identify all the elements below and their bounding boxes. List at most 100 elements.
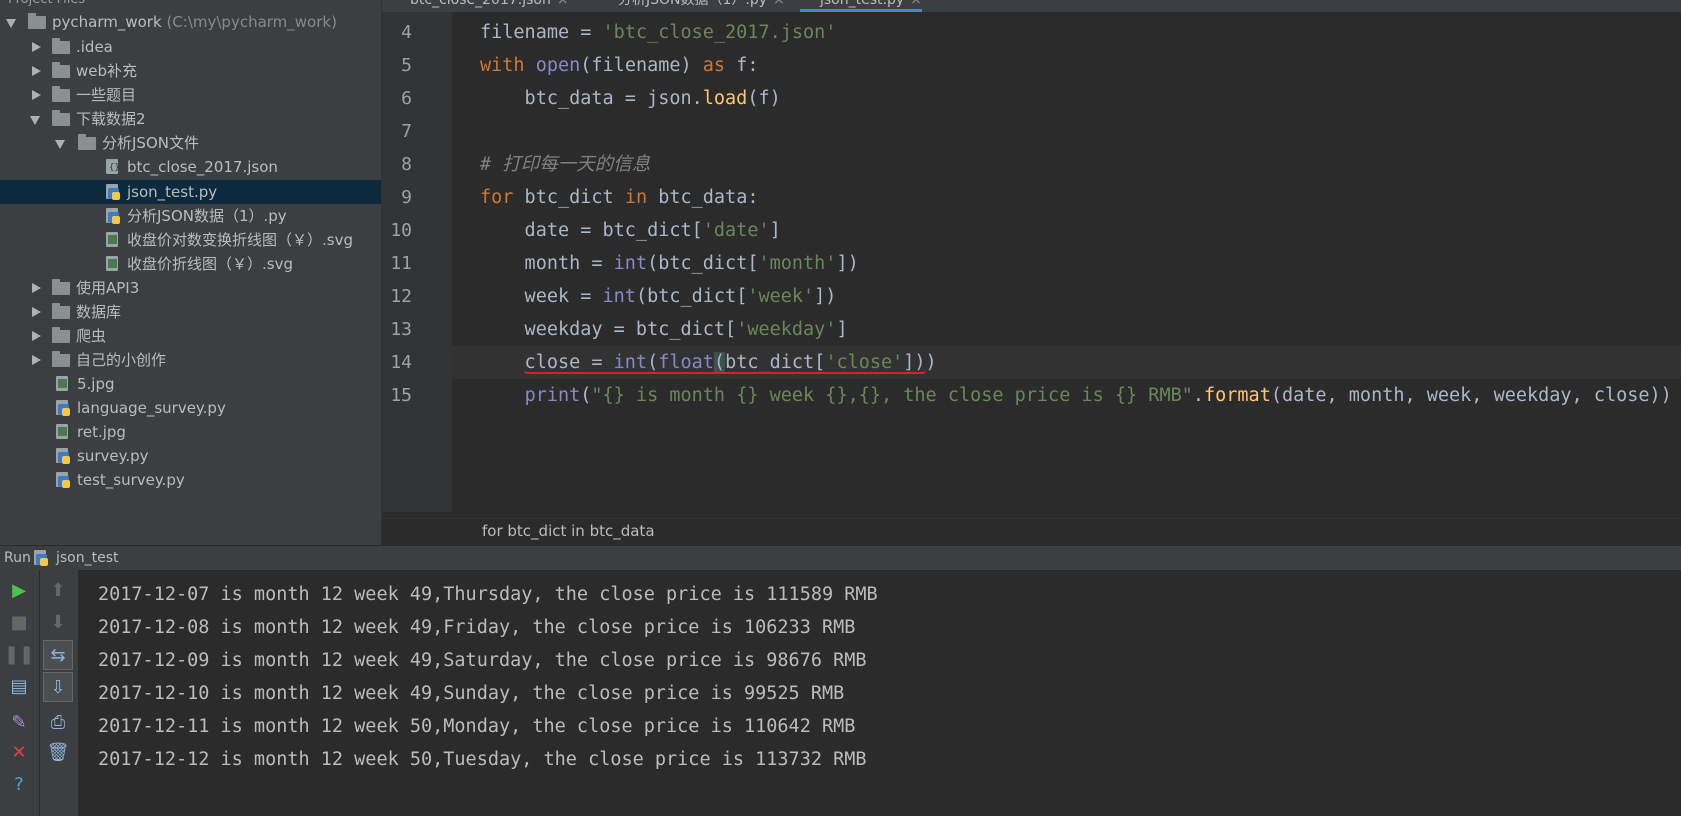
tree-item-btc-json[interactable]: {} btc_close_2017.json	[0, 155, 381, 179]
close-icon[interactable]: ×	[557, 0, 569, 8]
soft-wrap-icon[interactable]: ⇆	[43, 640, 73, 670]
stop-icon[interactable]: ■	[4, 608, 34, 638]
folder-icon	[52, 327, 70, 343]
tree-item-label: 下载数据2	[76, 110, 146, 128]
project-sidebar: Project Files pycharm_work (C:\my\pychar…	[0, 0, 382, 545]
layout-icon[interactable]: ▤	[4, 672, 34, 702]
tab-analyze-json-py[interactable]: 分析JSON数据（1）.py ×	[598, 0, 785, 12]
folder-icon	[52, 38, 70, 54]
up-arrow-icon[interactable]: ⬆	[43, 576, 73, 606]
tree-item-label: 分析JSON数据（1）.py	[127, 207, 287, 225]
python-file-icon	[56, 448, 71, 465]
chevron-right-icon[interactable]	[30, 59, 42, 83]
tree-item-path: (C:\my\pycharm_work)	[166, 13, 337, 31]
print-icon[interactable]: ⎙	[43, 708, 73, 738]
tree-item-log-chart-svg[interactable]: 收盘价对数变换折线图（￥）.svg	[0, 228, 381, 252]
tree-item-pycharm-work[interactable]: pycharm_work (C:\my\pycharm_work)	[0, 10, 381, 34]
tree-item-survey[interactable]: survey.py	[0, 444, 381, 468]
image-file-icon	[56, 376, 71, 393]
pin-icon[interactable]: ✎	[4, 708, 34, 738]
tree-item-label: ret.jpg	[77, 423, 126, 441]
code-line[interactable]: filename = 'btc_close_2017.json'	[480, 16, 836, 49]
chevron-right-icon[interactable]	[30, 324, 42, 348]
line-number: 8	[401, 154, 412, 175]
tree-item-chart-svg[interactable]: 收盘价折线图（￥）.svg	[0, 252, 381, 276]
python-file-icon	[56, 472, 71, 489]
tree-item-label: 一些题目	[76, 86, 137, 104]
tree-item-label: 数据库	[76, 303, 122, 321]
close-icon[interactable]: ×	[910, 0, 922, 8]
tree-item-crawler[interactable]: 爬虫	[0, 324, 381, 348]
tree-item-my-creations[interactable]: 自己的小创作	[0, 348, 381, 372]
pause-icon[interactable]: ❚❚	[4, 640, 34, 670]
code-line[interactable]: btc_data = json.load(f)	[480, 82, 781, 115]
tree-item-label: .idea	[76, 38, 113, 56]
scroll-to-end-icon[interactable]: ⇩	[43, 672, 73, 702]
run-toolwindow-header: Run json_test	[0, 545, 1681, 570]
line-number: 14	[390, 352, 412, 373]
svg-file-icon	[106, 232, 121, 249]
tree-item-json-test[interactable]: json_test.py	[0, 180, 381, 204]
tree-item-api3[interactable]: 使用API3	[0, 276, 381, 300]
tree-item-label: test_survey.py	[77, 471, 185, 489]
tree-item-language-survey[interactable]: language_survey.py	[0, 396, 381, 420]
tab-label: 分析JSON数据（1）.py	[618, 0, 768, 8]
tree-item-label: web补充	[76, 62, 138, 80]
code-line[interactable]: date = btc_dict['date']	[480, 214, 781, 247]
python-file-icon	[56, 400, 71, 417]
trash-icon[interactable]: 🗑	[43, 738, 73, 768]
folder-icon	[52, 86, 70, 102]
chevron-down-icon[interactable]	[55, 131, 67, 155]
tree-item-download-data2[interactable]: 下载数据2	[0, 107, 381, 131]
help-icon[interactable]: ?	[4, 770, 34, 800]
tab-btc-json[interactable]: btc_close_2017.json ×	[390, 0, 569, 12]
image-file-icon	[56, 424, 71, 441]
tree-item-5-jpg[interactable]: 5.jpg	[0, 372, 381, 396]
run-config-name[interactable]: json_test	[56, 546, 119, 571]
code-line[interactable]: print("{} is month {} week {},{}, the cl…	[480, 379, 1672, 412]
console-line: 2017-12-07 is month 12 week 49,Thursday,…	[98, 584, 878, 605]
chevron-down-icon[interactable]	[30, 107, 42, 131]
tree-item-ret-jpg[interactable]: ret.jpg	[0, 420, 381, 444]
run-icon[interactable]: ▶	[4, 576, 34, 606]
tab-json-test[interactable]: json_test.py ×	[800, 0, 922, 12]
console-line: 2017-12-09 is month 12 week 49,Saturday,…	[98, 650, 867, 671]
chevron-right-icon[interactable]	[30, 348, 42, 372]
tree-item-label: pycharm_work	[52, 13, 162, 31]
tree-item-analyze-json[interactable]: 分析JSON文件	[0, 131, 381, 155]
close-icon[interactable]: ✕	[4, 738, 34, 768]
code-line[interactable]: with open(filename) as f:	[480, 49, 759, 82]
code-line[interactable]: for btc_dict in btc_data:	[480, 181, 758, 214]
tree-item-questions[interactable]: 一些题目	[0, 83, 381, 107]
error-underline	[524, 370, 926, 374]
code-line[interactable]: month = int(btc_dict['month'])	[480, 247, 859, 280]
tree-item-web[interactable]: web补充	[0, 59, 381, 83]
tree-item-database[interactable]: 数据库	[0, 300, 381, 324]
chevron-right-icon[interactable]	[30, 35, 42, 59]
close-icon[interactable]: ×	[773, 0, 785, 8]
chevron-down-icon[interactable]	[6, 10, 18, 34]
line-number: 6	[401, 88, 412, 109]
code-line[interactable]: # 打印每一天的信息	[480, 148, 650, 181]
code-editor[interactable]: filename = 'btc_close_2017.json' with op…	[452, 12, 1681, 512]
run-console[interactable]: 2017-12-07 is month 12 week 49,Thursday,…	[78, 570, 1681, 816]
tree-item-label: json_test.py	[127, 183, 218, 201]
tree-item-test-survey[interactable]: test_survey.py	[0, 468, 381, 492]
chevron-right-icon[interactable]	[30, 300, 42, 324]
run-toolbar: ▶ ■ ❚❚ ▤ ✎ ✕ ? ⬆ ⬇ ⇆ ⇩ ⎙ 🗑	[0, 570, 78, 816]
tree-item-analyze-json-py[interactable]: 分析JSON数据（1）.py	[0, 204, 381, 228]
folder-icon	[52, 279, 70, 295]
code-line[interactable]: weekday = btc_dict['weekday']	[480, 313, 848, 346]
tree-item-idea[interactable]: .idea	[0, 35, 381, 59]
code-line[interactable]: close = int(float(btc_dict['close']))	[480, 346, 937, 379]
breadcrumb[interactable]: for btc_dict in btc_data	[382, 518, 1681, 543]
chevron-right-icon[interactable]	[30, 276, 42, 300]
line-number: 12	[390, 286, 412, 307]
json-file-icon: {}	[106, 159, 121, 176]
down-arrow-icon[interactable]: ⬇	[43, 608, 73, 638]
tree-item-label: btc_close_2017.json	[127, 158, 278, 176]
console-line: 2017-12-12 is month 12 week 50,Tuesday, …	[98, 749, 867, 770]
chevron-right-icon[interactable]	[30, 83, 42, 107]
tab-label: json_test.py	[820, 0, 905, 8]
code-line[interactable]: week = int(btc_dict['week'])	[480, 280, 837, 313]
